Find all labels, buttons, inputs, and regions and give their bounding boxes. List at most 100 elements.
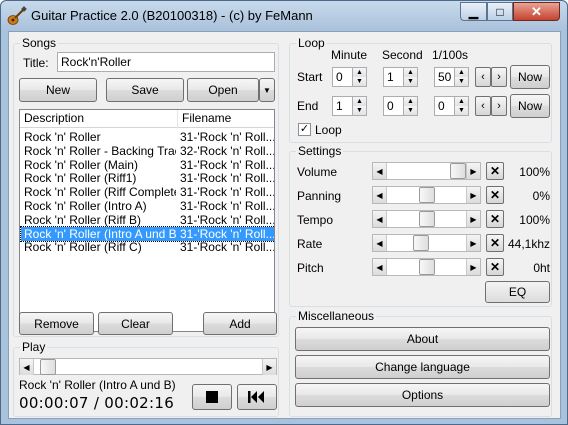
end-now-button[interactable]: Now (510, 94, 550, 118)
title-input[interactable]: Rock'n'Roller (57, 52, 275, 72)
open-button[interactable]: Open (187, 78, 259, 102)
table-row[interactable]: Rock 'n' Roller (Riff Complete) 31-'Rock … (21, 185, 274, 200)
pitch-slider-left-arrow[interactable]: ◀ (373, 259, 387, 275)
pitch-reset-button[interactable]: ✕ (486, 258, 504, 276)
play-slider-right-arrow[interactable]: ▶ (262, 359, 276, 375)
tempo-slider-left-arrow[interactable]: ◀ (373, 211, 387, 227)
column-description[interactable]: Description (20, 110, 178, 128)
panning-slider[interactable]: ◀ ▶ (372, 186, 481, 204)
end-minute-value[interactable]: 1 (336, 99, 343, 113)
open-dropdown-button[interactable]: ▼ (259, 78, 275, 102)
volume-slider-thumb[interactable] (450, 163, 466, 179)
tempo-slider-thumb[interactable] (419, 211, 435, 227)
panning-slider-thumb[interactable] (419, 187, 435, 203)
maximize-button[interactable]: □ (487, 2, 513, 21)
table-row[interactable]: Rock 'n' Roller (Intro A) 31-'Rock 'n' Ro… (21, 199, 274, 213)
table-row[interactable]: Rock 'n' Roller (Riff1) 31-'Rock 'n' Roll… (21, 171, 274, 185)
start-now-button[interactable]: Now (510, 65, 550, 89)
end-minute-spinner[interactable]: 1 ▲ ▼ (332, 96, 367, 116)
start-hundredths-spinner[interactable]: 50 ▲ ▼ (434, 67, 469, 87)
tempo-slider-right-arrow[interactable]: ▶ (466, 211, 480, 227)
spin-down-icon[interactable]: ▼ (353, 106, 366, 115)
rate-reset-button[interactable]: ✕ (486, 234, 504, 252)
rate-slider-left-arrow[interactable]: ◀ (373, 235, 387, 251)
end-hundredths-value[interactable]: 0 (438, 99, 445, 113)
spin-up-icon[interactable]: ▲ (353, 68, 366, 77)
row-filename: 31-'Rock 'n' Roll... (180, 185, 274, 200)
table-row[interactable]: Rock 'n' Roller (Riff C) 31-'Rock 'n' Rol… (21, 240, 274, 254)
rate-slider[interactable]: ◀ ▶ (372, 234, 481, 252)
start-hundredths-value[interactable]: 50 (438, 70, 451, 84)
spin-down-icon[interactable]: ▼ (353, 77, 366, 86)
change-language-button[interactable]: Change language (295, 355, 550, 379)
pitch-slider-right-arrow[interactable]: ▶ (466, 259, 480, 275)
save-button[interactable]: Save (106, 78, 184, 102)
rewind-button[interactable] (237, 384, 277, 410)
play-slider-thumb[interactable] (40, 359, 56, 375)
options-button[interactable]: Options (295, 383, 550, 407)
loop-checkbox-label[interactable]: Loop (315, 123, 342, 137)
pitch-slider[interactable]: ◀ ▶ (372, 258, 481, 276)
rate-slider-right-arrow[interactable]: ▶ (466, 235, 480, 251)
spin-up-icon[interactable]: ▲ (455, 68, 468, 77)
panning-slider-right-arrow[interactable]: ▶ (466, 187, 480, 203)
end-second-value[interactable]: 0 (387, 99, 394, 113)
about-button[interactable]: About (295, 327, 550, 351)
tempo-slider[interactable]: ◀ ▶ (372, 210, 481, 228)
tempo-reset-button[interactable]: ✕ (486, 210, 504, 228)
remove-button[interactable]: Remove (19, 312, 94, 335)
play-slider-left-arrow[interactable]: ◀ (20, 359, 34, 375)
eq-button[interactable]: EQ (485, 281, 550, 303)
volume-slider-right-arrow[interactable]: ▶ (466, 163, 480, 179)
spin-up-icon[interactable]: ▲ (455, 97, 468, 106)
row-filename: 31-'Rock 'n' Roll... (180, 199, 274, 213)
table-row[interactable]: Rock 'n' Roller - Backing Track 32-'Rock … (21, 144, 274, 158)
table-row[interactable]: Rock 'n' Roller 31-'Rock 'n' Roll... (21, 130, 274, 144)
volume-reset-button[interactable]: ✕ (486, 162, 504, 180)
start-next-button[interactable]: › (491, 67, 507, 87)
end-prev-button[interactable]: ‹ (475, 96, 491, 116)
table-row[interactable]: Rock 'n' Roller (Riff B) 31-'Rock 'n' Rol… (21, 213, 274, 227)
songs-list[interactable]: Description Filename Rock 'n' Roller 31-'… (19, 109, 275, 332)
panning-reset-button[interactable]: ✕ (486, 186, 504, 204)
spin-up-icon[interactable]: ▲ (404, 97, 417, 106)
volume-slider[interactable]: ◀ ▶ (372, 162, 481, 180)
play-position-slider[interactable]: ◀ ▶ (19, 358, 277, 375)
loop-checkbox[interactable]: ✓ (298, 123, 311, 136)
spin-up-icon[interactable]: ▲ (353, 97, 366, 106)
rate-label: Rate (297, 237, 323, 251)
spin-down-icon[interactable]: ▼ (455, 77, 468, 86)
title-bar[interactable]: Guitar Practice 2.0 (B20100318) - (c) by… (1, 1, 567, 31)
arrow-right-icon: ▶ (470, 190, 477, 200)
close-button[interactable]: ✕ (513, 2, 560, 21)
spin-up-icon[interactable]: ▲ (404, 68, 417, 77)
spin-down-icon[interactable]: ▼ (404, 77, 417, 86)
close-icon: ✕ (531, 4, 542, 19)
start-second-value[interactable]: 1 (387, 70, 394, 84)
list-header: Description Filename (20, 110, 274, 128)
row-description: Rock 'n' Roller (24, 130, 101, 144)
table-row[interactable]: Rock 'n' Roller (Main) 31-'Rock 'n' Roll.… (21, 158, 274, 172)
spin-down-icon[interactable]: ▼ (455, 106, 468, 115)
start-minute-spinner[interactable]: 0 ▲ ▼ (332, 67, 367, 87)
volume-label: Volume (297, 165, 338, 179)
app-window: Guitar Practice 2.0 (B20100318) - (c) by… (0, 0, 568, 425)
start-second-spinner[interactable]: 1 ▲ ▼ (383, 67, 418, 87)
spin-down-icon[interactable]: ▼ (404, 106, 417, 115)
table-row[interactable]: Rock 'n' Roller (Intro A und B) 31-'Rock … (20, 225, 274, 242)
new-button[interactable]: New (19, 78, 97, 102)
clear-button[interactable]: Clear (98, 312, 173, 335)
volume-slider-left-arrow[interactable]: ◀ (373, 163, 387, 179)
end-second-spinner[interactable]: 0 ▲ ▼ (383, 96, 418, 116)
stop-button[interactable] (192, 384, 232, 410)
end-hundredths-spinner[interactable]: 0 ▲ ▼ (434, 96, 469, 116)
column-filename[interactable]: Filename (178, 110, 274, 128)
panning-slider-left-arrow[interactable]: ◀ (373, 187, 387, 203)
end-next-button[interactable]: › (491, 96, 507, 116)
minimize-button[interactable]: ▁ (460, 2, 487, 21)
rate-slider-thumb[interactable] (413, 235, 429, 251)
start-minute-value[interactable]: 0 (336, 70, 343, 84)
pitch-slider-thumb[interactable] (419, 259, 435, 275)
start-prev-button[interactable]: ‹ (475, 67, 491, 87)
add-button[interactable]: Add (203, 312, 277, 335)
